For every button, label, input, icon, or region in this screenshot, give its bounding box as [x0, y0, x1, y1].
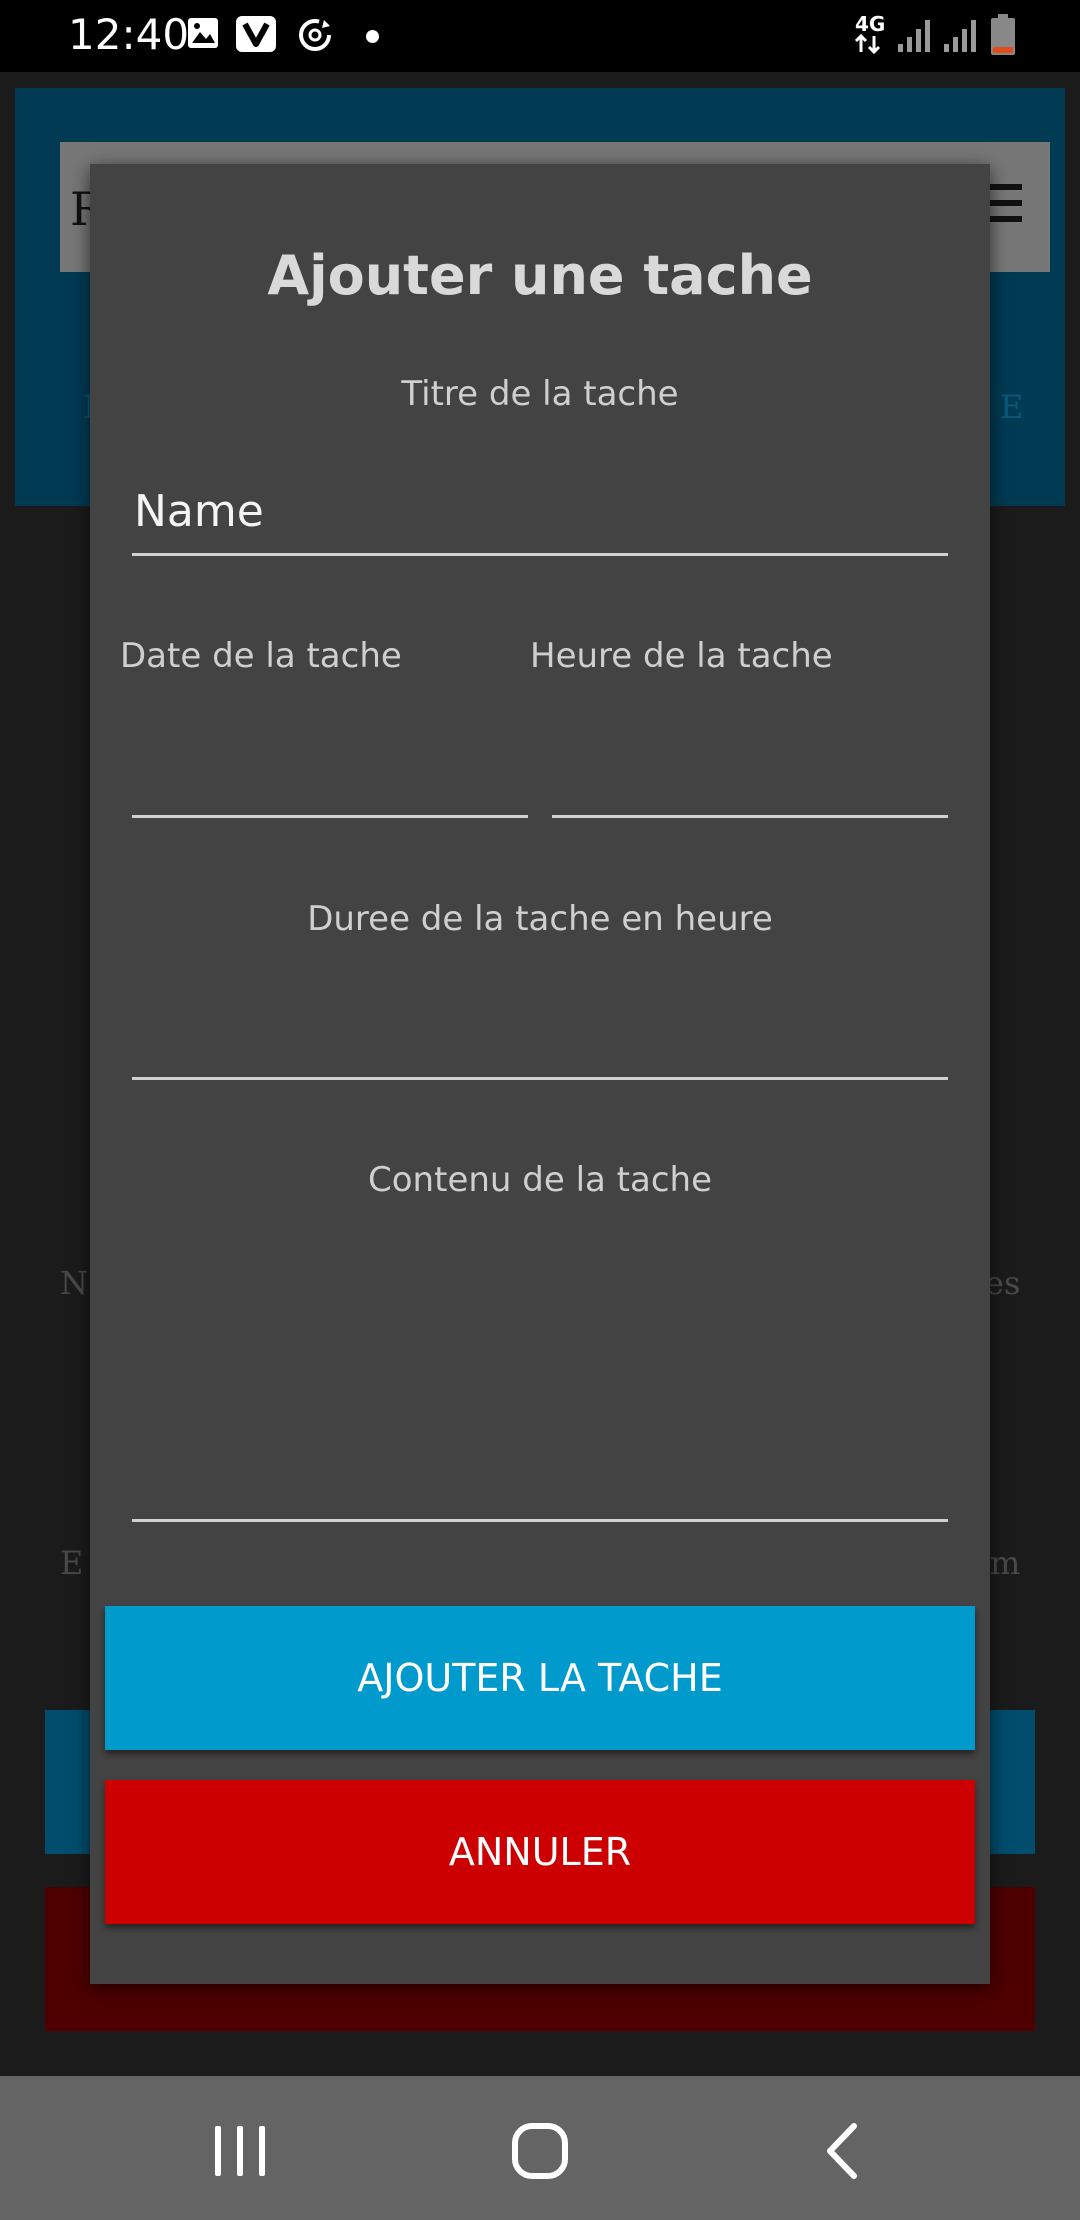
- cancel-button[interactable]: ANNULER: [105, 1780, 975, 1924]
- signal-icon: [942, 18, 978, 58]
- signal-icon: [896, 18, 932, 58]
- background-text: es: [985, 1264, 1021, 1302]
- add-task-dialog: Ajouter une tache Titre de la tache Date…: [90, 164, 990, 1984]
- screen: 12:40 4G R E N E es m Ajouter une tache …: [0, 0, 1080, 2220]
- sync-icon: [296, 16, 334, 56]
- task-content-label: Contenu de la tache: [368, 1160, 712, 1200]
- menu-icon: [988, 184, 1022, 224]
- background-text: N: [60, 1264, 88, 1302]
- back-icon[interactable]: [808, 2116, 878, 2186]
- add-task-button[interactable]: AJOUTER LA TACHE: [105, 1606, 975, 1750]
- recent-apps-icon[interactable]: [205, 2116, 275, 2186]
- dialog-title: Ajouter une tache: [267, 244, 813, 307]
- task-duration-label: Duree de la tache en heure: [307, 899, 773, 939]
- background-text: E: [60, 1544, 84, 1582]
- status-time: 12:40: [68, 10, 190, 59]
- navigation-bar: [0, 2076, 1080, 2220]
- task-content-input[interactable]: [132, 1244, 948, 1522]
- task-duration-input[interactable]: [132, 1026, 948, 1080]
- background-text: m: [990, 1544, 1021, 1582]
- v-app-icon: [236, 16, 276, 56]
- task-date-input[interactable]: [132, 764, 528, 818]
- task-time-input[interactable]: [552, 764, 948, 818]
- task-title-input[interactable]: [132, 482, 948, 556]
- task-time-label: Heure de la tache: [530, 636, 833, 676]
- image-icon: [186, 16, 220, 56]
- status-bar: 12:40 4G: [0, 0, 1080, 72]
- background-text: E: [1000, 388, 1024, 426]
- task-date-label: Date de la tache: [120, 636, 402, 676]
- home-icon[interactable]: [505, 2116, 575, 2186]
- network-type: 4G: [855, 14, 885, 54]
- battery-low-icon: [990, 14, 1016, 55]
- notification-dot: [366, 30, 379, 43]
- task-title-label: Titre de la tache: [401, 374, 679, 414]
